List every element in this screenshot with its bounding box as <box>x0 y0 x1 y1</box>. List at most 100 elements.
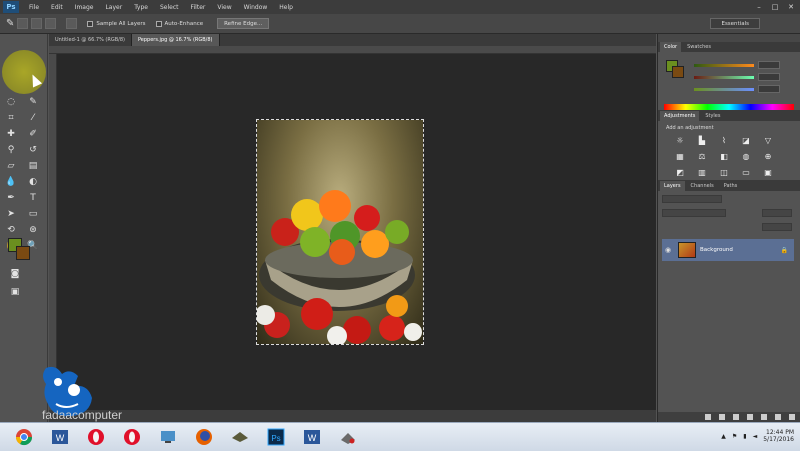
sample-all-layers-checkbox[interactable] <box>87 20 94 27</box>
word-icon[interactable]: W <box>48 426 72 448</box>
crop-tool-icon[interactable]: ⌗ <box>4 112 18 124</box>
mask-icon[interactable] <box>733 414 739 420</box>
volume-icon[interactable]: ◄ <box>753 433 758 440</box>
new-selection-icon[interactable] <box>17 18 29 29</box>
shape-tool-icon[interactable]: ▭ <box>26 208 40 220</box>
dodge-tool-icon[interactable]: ◐ <box>26 176 40 188</box>
opera-icon[interactable] <box>84 426 108 448</box>
green-slider[interactable] <box>694 76 754 79</box>
tab-channels[interactable]: Channels <box>687 181 718 191</box>
3d-rotate-icon[interactable]: ⟲ <box>4 224 18 236</box>
quick-select-tool-icon[interactable]: ✎ <box>26 96 40 108</box>
quick-selection-tool-icon[interactable]: ✎ <box>6 18 14 30</box>
image-canvas[interactable] <box>256 119 424 345</box>
visibility-eye-icon[interactable]: ◉ <box>662 246 674 254</box>
background-color-swatch[interactable] <box>16 246 30 260</box>
layer-filter-bar[interactable] <box>662 195 722 203</box>
brush-tool-icon[interactable]: ✐ <box>26 128 40 140</box>
3d-orbit-icon[interactable]: ⊛ <box>26 224 40 236</box>
menu-edit[interactable]: Edit <box>45 4 69 11</box>
trash-icon[interactable] <box>789 414 795 420</box>
new-layer-icon[interactable] <box>775 414 781 420</box>
network-tray-icon[interactable]: ▮ <box>743 433 746 440</box>
tray-arrow-icon[interactable]: ▲ <box>721 433 726 440</box>
eyedropper-tool-icon[interactable]: ⁄ <box>26 112 40 124</box>
blue-slider[interactable] <box>694 88 754 91</box>
pen-tool-icon[interactable]: ✒ <box>4 192 18 204</box>
brush-size-picker[interactable] <box>66 18 78 29</box>
posterize-icon[interactable]: ▥ <box>696 167 708 177</box>
gradient-tool-icon[interactable]: ▤ <box>26 160 40 172</box>
opacity-field[interactable] <box>762 209 792 217</box>
close-icon[interactable]: ✕ <box>786 2 796 11</box>
red-slider[interactable] <box>694 64 754 67</box>
invert-icon[interactable]: ◩ <box>674 167 686 177</box>
tab-untitled[interactable]: Untitled-1 @ 66.7% (RGB/8) <box>49 34 132 46</box>
exposure-icon[interactable]: ◪ <box>740 135 752 145</box>
link-layers-icon[interactable] <box>705 414 711 420</box>
vibrance-icon[interactable]: ▽ <box>762 135 774 145</box>
blur-tool-icon[interactable]: 💧 <box>4 176 18 188</box>
photo-filter-icon[interactable]: ◍ <box>740 151 752 161</box>
firefox-icon[interactable] <box>192 426 216 448</box>
color-balance-icon[interactable]: ⚖ <box>696 151 708 161</box>
menu-file[interactable]: File <box>23 4 45 11</box>
tab-layers[interactable]: Layers <box>660 181 685 191</box>
workspace-switcher[interactable]: Essentials <box>710 18 760 29</box>
new-adjustment-icon[interactable] <box>747 414 753 420</box>
quick-mask-icon[interactable]: ◙ <box>8 268 22 280</box>
maximize-icon[interactable]: □ <box>770 2 780 11</box>
hue-saturation-icon[interactable]: ▦ <box>674 151 686 161</box>
tab-color[interactable]: Color <box>660 42 682 52</box>
opera-second-icon[interactable] <box>120 426 144 448</box>
healing-brush-icon[interactable]: ✚ <box>4 128 18 140</box>
flag-icon[interactable]: ⚑ <box>732 433 737 440</box>
threshold-icon[interactable]: ◫ <box>718 167 730 177</box>
menu-filter[interactable]: Filter <box>185 4 212 11</box>
refine-edge-button[interactable]: Refine Edge... <box>217 18 270 29</box>
blue-value[interactable] <box>758 85 780 93</box>
sample-all-layers-option[interactable]: Sample All Layers <box>87 18 146 30</box>
tab-swatches[interactable]: Swatches <box>683 42 715 52</box>
eraser-tool-icon[interactable]: ▱ <box>4 160 18 172</box>
tab-adjustments[interactable]: Adjustments <box>660 111 700 121</box>
fx-icon[interactable] <box>719 414 725 420</box>
levels-icon[interactable]: ▙ <box>696 135 708 145</box>
tab-paths[interactable]: Paths <box>720 181 742 191</box>
brightness-icon[interactable]: ☼ <box>674 135 686 145</box>
auto-enhance-checkbox[interactable] <box>155 20 162 27</box>
gradient-map-icon[interactable]: ▭ <box>740 167 752 177</box>
red-value[interactable] <box>758 61 780 69</box>
word-second-icon[interactable]: W <box>300 426 324 448</box>
menu-help[interactable]: Help <box>273 4 299 11</box>
clock[interactable]: 12:44 PM 5/17/2016 <box>763 429 794 443</box>
curves-icon[interactable]: ⌇ <box>718 135 730 145</box>
black-white-icon[interactable]: ◧ <box>718 151 730 161</box>
menu-select[interactable]: Select <box>154 4 185 11</box>
green-value[interactable] <box>758 73 780 81</box>
minimize-icon[interactable]: – <box>754 2 764 11</box>
tab-peppers[interactable]: Peppers.jpg @ 16.7% (RGB/8) <box>131 34 220 46</box>
selective-color-icon[interactable]: ▣ <box>762 167 774 177</box>
auto-enhance-option[interactable]: Auto-Enhance <box>155 18 203 30</box>
history-brush-icon[interactable]: ↺ <box>26 144 40 156</box>
layer-row-background[interactable]: ◉ Background 🔒 <box>662 239 794 261</box>
menu-view[interactable]: View <box>211 4 237 11</box>
photoshop-taskbar-icon[interactable]: Ps <box>264 426 288 448</box>
new-group-icon[interactable] <box>761 414 767 420</box>
fill-field[interactable] <box>762 223 792 231</box>
type-tool-icon[interactable]: T <box>26 192 40 204</box>
menu-type[interactable]: Type <box>128 4 154 11</box>
path-select-icon[interactable]: ➤ <box>4 208 18 220</box>
clone-stamp-icon[interactable]: ⚲ <box>4 144 18 156</box>
menu-layer[interactable]: Layer <box>99 4 128 11</box>
tools-icon[interactable] <box>336 426 360 448</box>
menu-image[interactable]: Image <box>69 4 100 11</box>
screen-mode-icon[interactable]: ▣ <box>8 286 22 298</box>
tab-styles[interactable]: Styles <box>701 111 724 121</box>
lasso-tool-icon[interactable]: ◌ <box>4 96 18 108</box>
game-icon[interactable] <box>228 426 252 448</box>
background-color-chip[interactable] <box>672 66 684 78</box>
chrome-icon[interactable] <box>12 426 36 448</box>
network-icon[interactable] <box>156 426 180 448</box>
